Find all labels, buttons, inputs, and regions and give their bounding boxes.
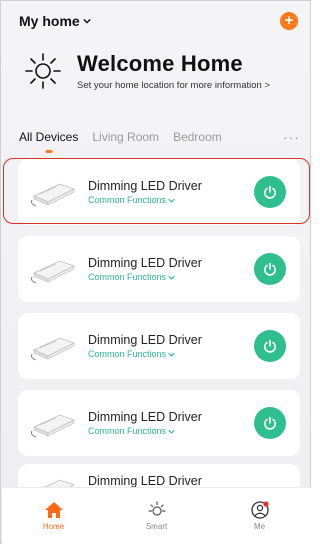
- home-selector[interactable]: My home: [19, 13, 91, 29]
- common-functions-toggle[interactable]: Common Functions: [88, 349, 254, 359]
- home-icon: [44, 502, 63, 518]
- device-card[interactable]: Dimming LED Driver Common Functions: [18, 159, 300, 225]
- led-driver-image: [31, 414, 76, 438]
- chevron-down-icon: [82, 18, 91, 24]
- home-selector-label: My home: [19, 13, 80, 29]
- common-functions-label: Common Functions: [88, 426, 167, 436]
- nav-me[interactable]: Me: [225, 501, 295, 531]
- power-icon: [264, 339, 276, 353]
- top-bar: My home +: [19, 11, 298, 31]
- device-card[interactable]: Dimming LED Driver Common Functions: [18, 236, 300, 302]
- common-functions-label: Common Functions: [88, 195, 167, 205]
- power-button[interactable]: [254, 330, 286, 362]
- device-list: Dimming LED Driver Common Functions Dimm…: [18, 159, 300, 467]
- device-name: Dimming LED Driver: [88, 410, 202, 424]
- device-name: Dimming LED Driver: [88, 256, 202, 270]
- add-device-button[interactable]: +: [280, 12, 298, 30]
- power-button[interactable]: [254, 407, 286, 439]
- power-icon: [264, 262, 276, 276]
- common-functions-toggle[interactable]: Common Functions: [88, 272, 254, 282]
- more-options-button[interactable]: ···: [283, 129, 300, 145]
- tab-living-room[interactable]: Living Room: [92, 130, 159, 144]
- power-button[interactable]: [254, 176, 286, 208]
- chevron-down-icon: [168, 275, 175, 280]
- common-functions-toggle[interactable]: Common Functions: [88, 195, 254, 205]
- profile-icon: [250, 501, 269, 519]
- bottom-navigation: Home Smart Me: [2, 487, 311, 544]
- device-card[interactable]: Dimming LED Driver Common Functions: [18, 313, 300, 379]
- nav-home[interactable]: Home: [19, 501, 89, 531]
- power-icon: [264, 185, 276, 199]
- device-card[interactable]: Dimming LED Driver Common Functions: [18, 390, 300, 456]
- welcome-banner: Welcome Home Set your home location for …: [23, 46, 293, 96]
- tab-bedroom[interactable]: Bedroom: [173, 130, 222, 144]
- led-driver-image: [31, 337, 76, 361]
- nav-smart[interactable]: Smart: [122, 501, 192, 531]
- welcome-title: Welcome Home: [77, 51, 243, 76]
- nav-home-label: Home: [42, 522, 65, 531]
- chevron-down-icon: [168, 429, 175, 434]
- power-icon: [264, 416, 276, 430]
- led-driver-image: [31, 260, 76, 284]
- app-screen: My home + Welcome Home Set your home loc…: [0, 0, 311, 544]
- smart-icon: [147, 501, 166, 516]
- power-button[interactable]: [254, 253, 286, 285]
- common-functions-label: Common Functions: [88, 272, 167, 282]
- sun-icon: [25, 53, 61, 89]
- device-name: Dimming LED Driver: [88, 333, 202, 347]
- chevron-down-icon: [168, 352, 175, 357]
- nav-me-label: Me: [253, 522, 266, 531]
- device-name: Dimming LED Driver: [88, 474, 202, 488]
- common-functions-label: Common Functions: [88, 349, 167, 359]
- device-name: Dimming LED Driver: [88, 179, 202, 193]
- nav-smart-label: Smart: [145, 522, 168, 531]
- room-tabs: All Devices Living Room Bedroom ···: [19, 125, 300, 149]
- led-driver-image: [31, 183, 76, 207]
- chevron-down-icon: [168, 198, 175, 203]
- tab-all-devices[interactable]: All Devices: [19, 130, 78, 144]
- common-functions-toggle[interactable]: Common Functions: [88, 426, 254, 436]
- set-location-link[interactable]: Set your home location for more informat…: [77, 80, 270, 91]
